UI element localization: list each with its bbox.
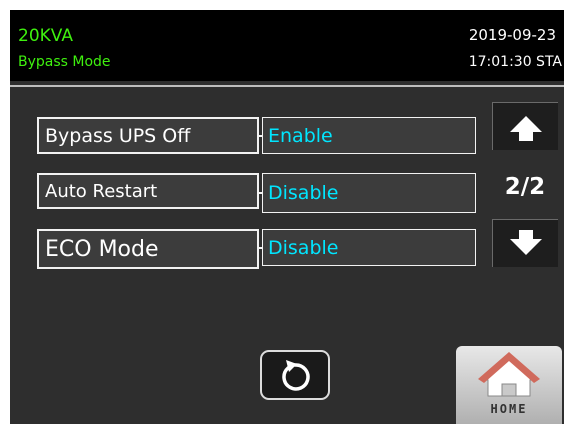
setting-value-bypass-ups-off[interactable]: Enable [262, 117, 476, 154]
home-icon [478, 352, 540, 397]
page-up-button[interactable] [492, 102, 558, 150]
setting-value-eco-mode[interactable]: Disable [262, 229, 476, 266]
status-header: 20KVA Bypass Mode 2019-09-23 17:01:30 ST… [10, 10, 564, 81]
back-button[interactable] [260, 350, 330, 400]
setting-label-eco-mode: ECO Mode [37, 229, 259, 269]
arrow-up-icon [510, 116, 542, 141]
setting-value-auto-restart[interactable]: Disable [262, 173, 476, 213]
model-label: 20KVA [18, 26, 73, 46]
arrow-down-icon [510, 230, 542, 255]
page-indicator: 2/2 [504, 174, 546, 200]
refresh-back-icon [282, 360, 310, 391]
date-label: 2019-09-23 [468, 26, 556, 44]
time-label: 17:01:30 STA [468, 54, 562, 70]
home-button[interactable]: HOME [456, 346, 562, 424]
home-label: HOME [490, 402, 528, 416]
setting-label-auto-restart: Auto Restart [37, 173, 259, 209]
page-down-button[interactable] [492, 219, 558, 267]
ups-screen: 20KVA Bypass Mode 2019-09-23 17:01:30 ST… [10, 10, 564, 424]
mode-label: Bypass Mode [18, 54, 111, 70]
header-divider [10, 85, 564, 87]
setting-label-bypass-ups-off: Bypass UPS Off [37, 117, 259, 154]
